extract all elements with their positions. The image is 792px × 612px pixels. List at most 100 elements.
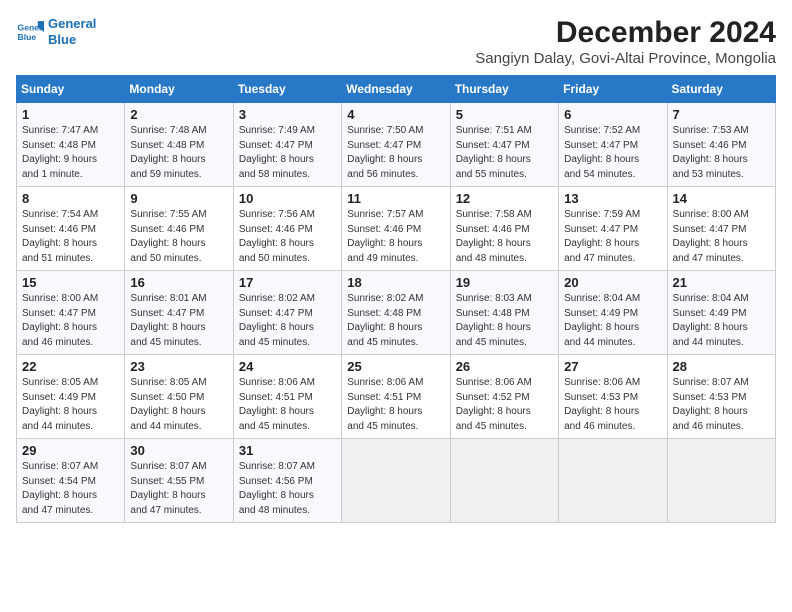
calendar-cell: 11 Sunrise: 7:57 AM Sunset: 4:46 PM Dayli… bbox=[342, 187, 450, 271]
calendar-cell: 27 Sunrise: 8:06 AM Sunset: 4:53 PM Dayli… bbox=[559, 355, 667, 439]
day-number: 14 bbox=[673, 191, 770, 206]
day-info: Sunrise: 8:01 AM Sunset: 4:47 PM Dayligh… bbox=[130, 292, 227, 350]
day-info: Sunrise: 8:06 AM Sunset: 4:51 PM Dayligh… bbox=[347, 376, 444, 434]
calendar-cell bbox=[450, 439, 558, 523]
day-number: 13 bbox=[564, 191, 661, 206]
svg-text:Blue: Blue bbox=[18, 31, 37, 41]
day-number: 11 bbox=[347, 191, 444, 206]
logo: General Blue General Blue bbox=[16, 16, 96, 47]
calendar-cell: 10 Sunrise: 7:56 AM Sunset: 4:46 PM Dayli… bbox=[233, 187, 341, 271]
calendar-cell: 19Sunrise: 8:03 AM Sunset: 4:48 PM Dayli… bbox=[450, 271, 558, 355]
day-info: Sunrise: 7:51 AM Sunset: 4:47 PM Dayligh… bbox=[456, 124, 553, 182]
calendar-cell: 8 Sunrise: 7:54 AM Sunset: 4:46 PM Daylig… bbox=[17, 187, 125, 271]
calendar-cell: 5 Sunrise: 7:51 AM Sunset: 4:47 PM Daylig… bbox=[450, 103, 558, 187]
logo-icon: General Blue bbox=[16, 18, 44, 46]
column-header-wednesday: Wednesday bbox=[342, 76, 450, 103]
day-info: Sunrise: 7:47 AM Sunset: 4:48 PM Dayligh… bbox=[22, 124, 119, 182]
day-info: Sunrise: 8:07 AM Sunset: 4:56 PM Dayligh… bbox=[239, 460, 336, 518]
calendar-cell: 21 Sunrise: 8:04 AM Sunset: 4:49 PM Dayli… bbox=[667, 271, 775, 355]
day-info: Sunrise: 8:06 AM Sunset: 4:51 PM Dayligh… bbox=[239, 376, 336, 434]
day-info: Sunrise: 8:02 AM Sunset: 4:48 PM Dayligh… bbox=[347, 292, 444, 350]
calendar-cell bbox=[667, 439, 775, 523]
day-info: Sunrise: 8:00 AM Sunset: 4:47 PM Dayligh… bbox=[673, 208, 770, 266]
day-info: Sunrise: 8:05 AM Sunset: 4:50 PM Dayligh… bbox=[130, 376, 227, 434]
day-number: 21 bbox=[673, 275, 770, 290]
calendar-cell: 20 Sunrise: 8:04 AM Sunset: 4:49 PM Dayli… bbox=[559, 271, 667, 355]
day-number: 6 bbox=[564, 107, 661, 122]
calendar-cell: 16 Sunrise: 8:01 AM Sunset: 4:47 PM Dayli… bbox=[125, 271, 233, 355]
day-number: 31 bbox=[239, 443, 336, 458]
title-block: December 2024 Sangiyn Dalay, Govi-Altai … bbox=[475, 16, 776, 67]
day-info: Sunrise: 8:04 AM Sunset: 4:49 PM Dayligh… bbox=[564, 292, 661, 350]
calendar-cell: 2Sunrise: 7:48 AM Sunset: 4:48 PM Daylig… bbox=[125, 103, 233, 187]
calendar-cell: 28 Sunrise: 8:07 AM Sunset: 4:53 PM Dayli… bbox=[667, 355, 775, 439]
day-info: Sunrise: 7:50 AM Sunset: 4:47 PM Dayligh… bbox=[347, 124, 444, 182]
column-header-saturday: Saturday bbox=[667, 76, 775, 103]
day-number: 5 bbox=[456, 107, 553, 122]
day-number: 20 bbox=[564, 275, 661, 290]
day-number: 17 bbox=[239, 275, 336, 290]
day-info: Sunrise: 7:49 AM Sunset: 4:47 PM Dayligh… bbox=[239, 124, 336, 182]
day-info: Sunrise: 7:48 AM Sunset: 4:48 PM Dayligh… bbox=[130, 124, 227, 182]
calendar-cell: 14 Sunrise: 8:00 AM Sunset: 4:47 PM Dayli… bbox=[667, 187, 775, 271]
day-number: 25 bbox=[347, 359, 444, 374]
column-header-sunday: Sunday bbox=[17, 76, 125, 103]
day-number: 26 bbox=[456, 359, 553, 374]
day-number: 27 bbox=[564, 359, 661, 374]
day-info: Sunrise: 7:54 AM Sunset: 4:46 PM Dayligh… bbox=[22, 208, 119, 266]
column-header-monday: Monday bbox=[125, 76, 233, 103]
day-info: Sunrise: 8:06 AM Sunset: 4:52 PM Dayligh… bbox=[456, 376, 553, 434]
day-number: 10 bbox=[239, 191, 336, 206]
day-number: 12 bbox=[456, 191, 553, 206]
day-info: Sunrise: 8:03 AM Sunset: 4:48 PM Dayligh… bbox=[456, 292, 553, 350]
calendar-cell: 15Sunrise: 8:00 AM Sunset: 4:47 PM Dayli… bbox=[17, 271, 125, 355]
day-info: Sunrise: 8:07 AM Sunset: 4:53 PM Dayligh… bbox=[673, 376, 770, 434]
column-header-tuesday: Tuesday bbox=[233, 76, 341, 103]
day-info: Sunrise: 7:57 AM Sunset: 4:46 PM Dayligh… bbox=[347, 208, 444, 266]
day-info: Sunrise: 8:07 AM Sunset: 4:55 PM Dayligh… bbox=[130, 460, 227, 518]
day-info: Sunrise: 8:04 AM Sunset: 4:49 PM Dayligh… bbox=[673, 292, 770, 350]
day-number: 24 bbox=[239, 359, 336, 374]
column-header-thursday: Thursday bbox=[450, 76, 558, 103]
calendar-cell: 30Sunrise: 8:07 AM Sunset: 4:55 PM Dayli… bbox=[125, 439, 233, 523]
calendar-cell: 3 Sunrise: 7:49 AM Sunset: 4:47 PM Daylig… bbox=[233, 103, 341, 187]
calendar-cell: 26 Sunrise: 8:06 AM Sunset: 4:52 PM Dayli… bbox=[450, 355, 558, 439]
day-number: 1 bbox=[22, 107, 119, 122]
calendar-title: December 2024 bbox=[475, 16, 776, 50]
day-info: Sunrise: 8:06 AM Sunset: 4:53 PM Dayligh… bbox=[564, 376, 661, 434]
calendar-cell: 18Sunrise: 8:02 AM Sunset: 4:48 PM Dayli… bbox=[342, 271, 450, 355]
calendar-cell: 13 Sunrise: 7:59 AM Sunset: 4:47 PM Dayli… bbox=[559, 187, 667, 271]
page-header: General Blue General Blue December 2024 … bbox=[16, 16, 776, 67]
day-number: 16 bbox=[130, 275, 227, 290]
day-info: Sunrise: 7:52 AM Sunset: 4:47 PM Dayligh… bbox=[564, 124, 661, 182]
calendar-cell: 25 Sunrise: 8:06 AM Sunset: 4:51 PM Dayli… bbox=[342, 355, 450, 439]
calendar-cell: 23 Sunrise: 8:05 AM Sunset: 4:50 PM Dayli… bbox=[125, 355, 233, 439]
calendar-subtitle: Sangiyn Dalay, Govi-Altai Province, Mong… bbox=[475, 50, 776, 67]
day-info: Sunrise: 7:55 AM Sunset: 4:46 PM Dayligh… bbox=[130, 208, 227, 266]
logo-text: General Blue bbox=[48, 16, 96, 47]
calendar-cell: 12Sunrise: 7:58 AM Sunset: 4:46 PM Dayli… bbox=[450, 187, 558, 271]
day-number: 9 bbox=[130, 191, 227, 206]
day-number: 8 bbox=[22, 191, 119, 206]
calendar-cell bbox=[559, 439, 667, 523]
calendar-cell bbox=[342, 439, 450, 523]
calendar-cell: 31 Sunrise: 8:07 AM Sunset: 4:56 PM Dayli… bbox=[233, 439, 341, 523]
day-info: Sunrise: 7:56 AM Sunset: 4:46 PM Dayligh… bbox=[239, 208, 336, 266]
day-number: 3 bbox=[239, 107, 336, 122]
calendar-cell: 22Sunrise: 8:05 AM Sunset: 4:49 PM Dayli… bbox=[17, 355, 125, 439]
day-number: 22 bbox=[22, 359, 119, 374]
calendar-cell: 29Sunrise: 8:07 AM Sunset: 4:54 PM Dayli… bbox=[17, 439, 125, 523]
calendar-cell: 17 Sunrise: 8:02 AM Sunset: 4:47 PM Dayli… bbox=[233, 271, 341, 355]
day-info: Sunrise: 7:59 AM Sunset: 4:47 PM Dayligh… bbox=[564, 208, 661, 266]
day-number: 23 bbox=[130, 359, 227, 374]
day-number: 7 bbox=[673, 107, 770, 122]
calendar-cell: 4 Sunrise: 7:50 AM Sunset: 4:47 PM Daylig… bbox=[342, 103, 450, 187]
calendar-table: SundayMondayTuesdayWednesdayThursdayFrid… bbox=[16, 75, 776, 523]
day-number: 28 bbox=[673, 359, 770, 374]
day-number: 4 bbox=[347, 107, 444, 122]
day-info: Sunrise: 8:00 AM Sunset: 4:47 PM Dayligh… bbox=[22, 292, 119, 350]
calendar-cell: 6 Sunrise: 7:52 AM Sunset: 4:47 PM Daylig… bbox=[559, 103, 667, 187]
calendar-cell: 1 Sunrise: 7:47 AM Sunset: 4:48 PM Daylig… bbox=[17, 103, 125, 187]
calendar-cell: 9 Sunrise: 7:55 AM Sunset: 4:46 PM Daylig… bbox=[125, 187, 233, 271]
day-info: Sunrise: 8:02 AM Sunset: 4:47 PM Dayligh… bbox=[239, 292, 336, 350]
